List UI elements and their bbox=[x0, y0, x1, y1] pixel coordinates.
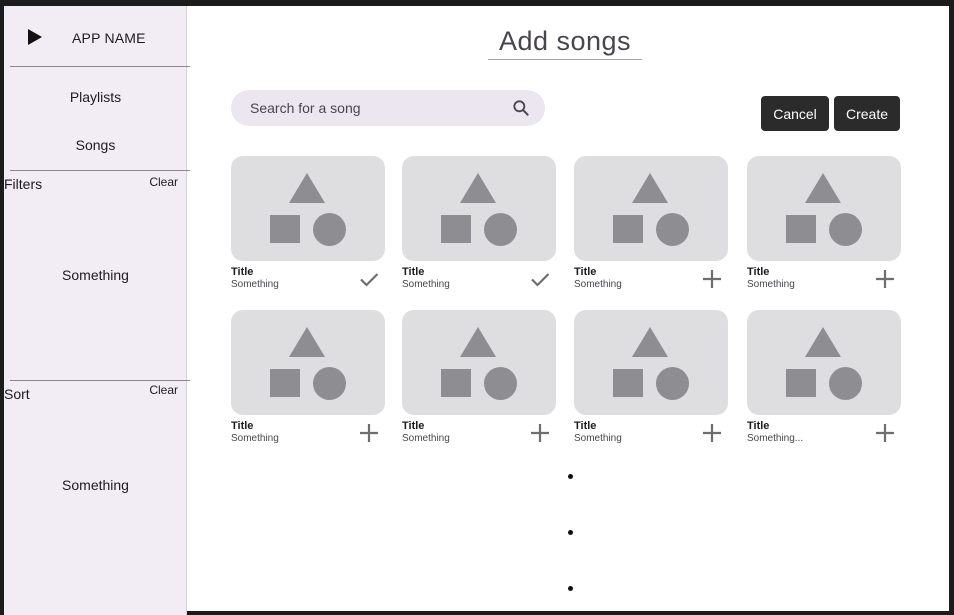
search-bar[interactable]: Search for a song bbox=[231, 90, 545, 126]
cancel-button[interactable]: Cancel bbox=[761, 96, 829, 131]
check-icon[interactable] bbox=[357, 267, 381, 291]
circle-icon bbox=[829, 367, 862, 400]
sort-clear-button[interactable]: Clear bbox=[149, 383, 178, 397]
song-title: Title bbox=[402, 266, 425, 278]
song-title: Title bbox=[747, 266, 770, 278]
filters-clear-button[interactable]: Clear bbox=[149, 175, 178, 189]
song-thumbnail bbox=[574, 156, 728, 261]
song-title: Title bbox=[231, 420, 254, 432]
sort-divider bbox=[10, 380, 190, 381]
square-icon bbox=[270, 215, 300, 243]
square-icon bbox=[786, 369, 816, 397]
square-icon bbox=[270, 369, 300, 397]
nav-item-playlists[interactable]: Playlists bbox=[4, 89, 187, 105]
create-button[interactable]: Create bbox=[834, 96, 900, 131]
filters-title: Filters bbox=[4, 176, 43, 192]
sidebar: APP NAME Playlists Songs Filters Clear S… bbox=[4, 6, 190, 615]
song-thumbnail bbox=[231, 310, 385, 415]
search-icon[interactable] bbox=[511, 98, 531, 118]
filters-content: Something bbox=[62, 267, 129, 283]
circle-icon bbox=[656, 213, 689, 246]
triangle-icon bbox=[289, 327, 325, 357]
check-icon[interactable] bbox=[528, 267, 552, 291]
song-card[interactable]: Title Something... bbox=[747, 310, 901, 460]
plus-icon[interactable] bbox=[873, 421, 897, 445]
plus-icon[interactable] bbox=[528, 421, 552, 445]
page-title: Add songs bbox=[488, 26, 642, 60]
triangle-icon bbox=[805, 327, 841, 357]
app-window: APP NAME Playlists Songs Filters Clear S… bbox=[0, 0, 954, 615]
song-subtitle: Something bbox=[574, 433, 622, 444]
sort-title: Sort bbox=[4, 386, 30, 402]
app-header[interactable]: APP NAME bbox=[4, 6, 187, 66]
circle-icon bbox=[829, 213, 862, 246]
app-name: APP NAME bbox=[72, 30, 146, 46]
triangle-icon bbox=[632, 327, 668, 357]
song-subtitle: Something bbox=[402, 279, 450, 290]
triangle-icon bbox=[460, 173, 496, 203]
song-card[interactable]: Title Something bbox=[747, 156, 901, 306]
square-icon bbox=[441, 369, 471, 397]
song-card[interactable]: Title Something bbox=[574, 156, 728, 306]
song-thumbnail bbox=[574, 310, 728, 415]
song-title: Title bbox=[574, 266, 597, 278]
circle-icon bbox=[484, 367, 517, 400]
play-icon[interactable] bbox=[28, 29, 42, 45]
song-thumbnail bbox=[231, 156, 385, 261]
song-card[interactable]: Title Something bbox=[402, 310, 556, 460]
song-subtitle: Something bbox=[574, 279, 622, 290]
song-card[interactable]: Title Something bbox=[231, 310, 385, 460]
window-bottom-border bbox=[186, 611, 954, 615]
sidebar-divider bbox=[10, 66, 190, 67]
plus-icon[interactable] bbox=[700, 267, 724, 291]
square-icon bbox=[613, 215, 643, 243]
song-subtitle: Something bbox=[747, 279, 795, 290]
song-card[interactable]: Title Something bbox=[231, 156, 385, 306]
circle-icon bbox=[484, 213, 517, 246]
more-indicator-dot bbox=[568, 474, 573, 479]
window-right-border bbox=[949, 0, 954, 615]
song-subtitle: Something bbox=[231, 279, 279, 290]
song-card[interactable]: Title Something bbox=[574, 310, 728, 460]
search-input[interactable]: Search for a song bbox=[250, 100, 361, 116]
song-thumbnail bbox=[747, 310, 901, 415]
song-thumbnail bbox=[747, 156, 901, 261]
song-title: Title bbox=[574, 420, 597, 432]
triangle-icon bbox=[632, 173, 668, 203]
square-icon bbox=[786, 215, 816, 243]
song-title: Title bbox=[747, 420, 770, 432]
song-subtitle: Something... bbox=[747, 433, 804, 444]
plus-icon[interactable] bbox=[700, 421, 724, 445]
song-title: Title bbox=[402, 420, 425, 432]
more-indicator-dot bbox=[568, 530, 573, 535]
triangle-icon bbox=[805, 173, 841, 203]
triangle-icon bbox=[289, 173, 325, 203]
plus-icon[interactable] bbox=[357, 421, 381, 445]
nav-item-songs[interactable]: Songs bbox=[4, 137, 187, 153]
square-icon bbox=[441, 215, 471, 243]
more-indicator-dot bbox=[568, 586, 573, 591]
triangle-icon bbox=[460, 327, 496, 357]
song-thumbnail bbox=[402, 156, 556, 261]
song-thumbnail bbox=[402, 310, 556, 415]
circle-icon bbox=[313, 367, 346, 400]
square-icon bbox=[613, 369, 643, 397]
song-card[interactable]: Title Something bbox=[402, 156, 556, 306]
circle-icon bbox=[313, 213, 346, 246]
circle-icon bbox=[656, 367, 689, 400]
plus-icon[interactable] bbox=[873, 267, 897, 291]
song-title: Title bbox=[231, 266, 254, 278]
sort-content: Something bbox=[62, 477, 129, 493]
song-subtitle: Something bbox=[231, 433, 279, 444]
filters-divider bbox=[10, 170, 190, 171]
song-subtitle: Something bbox=[402, 433, 450, 444]
